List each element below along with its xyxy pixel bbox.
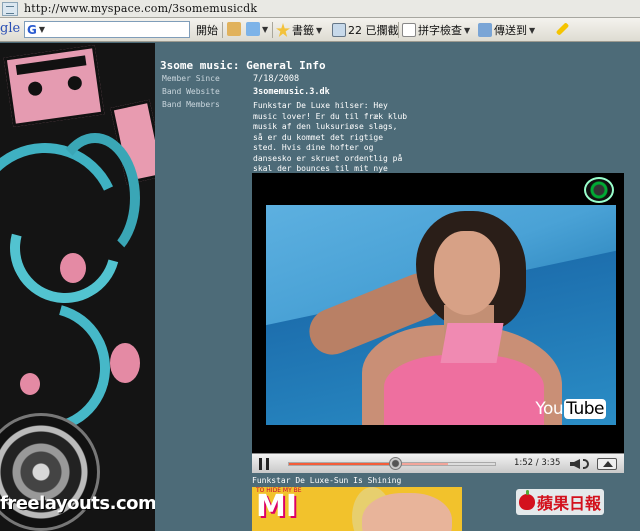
played-bar bbox=[289, 463, 397, 465]
watermark-text: 蘋果日報 bbox=[537, 494, 602, 513]
google-toolbar: gle G ▼ 開始 ▼ 書籤 ▼ 22 已攔截 拼字檢查 ▼ 傳送到 ▼ bbox=[0, 18, 640, 42]
paint-splat bbox=[60, 253, 86, 283]
volume-icon[interactable] bbox=[570, 459, 580, 469]
toolbar-search-input[interactable]: G ▼ bbox=[24, 21, 190, 38]
toolbar-menu-icon bbox=[246, 22, 260, 36]
news-icon bbox=[227, 22, 241, 36]
toolbar-separator bbox=[272, 22, 273, 38]
star-icon bbox=[276, 23, 290, 37]
fullscreen-icon[interactable] bbox=[597, 458, 617, 470]
youtube-logo-tube: Tube bbox=[564, 399, 606, 419]
band-website-link[interactable]: 3somemusic.3.dk bbox=[253, 87, 330, 97]
toolbar-separator bbox=[222, 22, 223, 38]
spellcheck-button[interactable]: 拼字檢查 ▼ bbox=[402, 22, 470, 38]
watermark: 蘋果日報 bbox=[516, 489, 605, 515]
video-player[interactable]: You Tube 1:52 / 3:35 bbox=[252, 173, 624, 473]
cassette-art bbox=[3, 44, 105, 128]
video-figure bbox=[434, 231, 500, 315]
toolbar-brand: gle bbox=[0, 21, 21, 36]
pencil-icon bbox=[555, 22, 570, 36]
popup-blocker-button[interactable]: 22 已攔截 bbox=[332, 22, 399, 38]
chevron-down-icon: ▼ bbox=[464, 25, 471, 35]
popup-blocked-count: 22 已攔截 bbox=[348, 24, 399, 37]
youtube-logo-you: You bbox=[535, 399, 564, 419]
swirl-art bbox=[50, 133, 140, 263]
site-credit[interactable]: freelayouts.com bbox=[0, 493, 155, 514]
youtube-logo[interactable]: You Tube bbox=[535, 399, 606, 419]
sendto-button[interactable]: 傳送到 ▼ bbox=[478, 22, 535, 38]
band-website-label: Band Website bbox=[162, 87, 220, 96]
video-figure bbox=[440, 323, 504, 363]
video-thumbnail[interactable]: TO HIDE MY BE MI bbox=[252, 487, 462, 531]
video-caption[interactable]: Funkstar De Luxe-Sun Is Shining bbox=[252, 476, 401, 485]
highlight-button[interactable] bbox=[555, 22, 570, 36]
chevron-down-icon[interactable]: ▼ bbox=[39, 25, 45, 34]
paint-splat bbox=[20, 373, 40, 395]
bookmarks-button[interactable]: 書籤 ▼ bbox=[276, 22, 322, 38]
bookmarks-label: 書籤 bbox=[292, 24, 314, 37]
news-button[interactable] bbox=[227, 22, 241, 36]
video-frame[interactable]: You Tube bbox=[266, 205, 616, 425]
open-button[interactable]: 開始 bbox=[196, 22, 218, 38]
chevron-down-icon: ▼ bbox=[316, 25, 323, 35]
player-controls: 1:52 / 3:35 bbox=[252, 453, 624, 473]
paint-splat bbox=[110, 343, 140, 383]
google-g-icon: G bbox=[27, 22, 37, 37]
member-since-value: 7/18/2008 bbox=[253, 74, 300, 84]
spellcheck-label: 拼字檢查 bbox=[418, 24, 462, 37]
thumbnail-figure bbox=[362, 493, 452, 531]
thumbnail-big-text: MI bbox=[256, 489, 298, 524]
member-since-label: Member Since bbox=[162, 74, 220, 83]
toolbar-menu-button[interactable]: ▼ bbox=[246, 22, 268, 36]
myspace-background-art: freelayouts.com bbox=[0, 43, 155, 531]
address-bar[interactable]: http://www.myspace.com/3somemusicdk bbox=[0, 0, 640, 18]
volume-wave-icon bbox=[583, 459, 589, 469]
profile-panel: 3some music: General Info Member Since 7… bbox=[155, 43, 640, 531]
address-url[interactable]: http://www.myspace.com/3somemusicdk bbox=[24, 2, 257, 15]
spellcheck-icon bbox=[402, 23, 416, 37]
time-display: 1:52 / 3:35 bbox=[514, 458, 561, 468]
page-icon bbox=[2, 1, 18, 16]
send-icon bbox=[478, 23, 492, 37]
open-label: 開始 bbox=[196, 24, 218, 37]
seek-handle[interactable] bbox=[389, 457, 403, 470]
toolbar-separator bbox=[398, 22, 399, 38]
video-figure bbox=[384, 355, 544, 425]
channel-logo-icon bbox=[584, 177, 614, 203]
band-members-label: Band Members bbox=[162, 100, 220, 109]
pause-icon[interactable] bbox=[259, 458, 269, 470]
page-title: 3some music: General Info bbox=[160, 59, 326, 72]
chevron-down-icon: ▼ bbox=[262, 24, 269, 34]
apple-icon bbox=[519, 490, 535, 510]
chevron-down-icon: ▼ bbox=[529, 25, 536, 35]
sendto-label: 傳送到 bbox=[494, 24, 527, 37]
popup-blocker-icon bbox=[332, 23, 346, 37]
